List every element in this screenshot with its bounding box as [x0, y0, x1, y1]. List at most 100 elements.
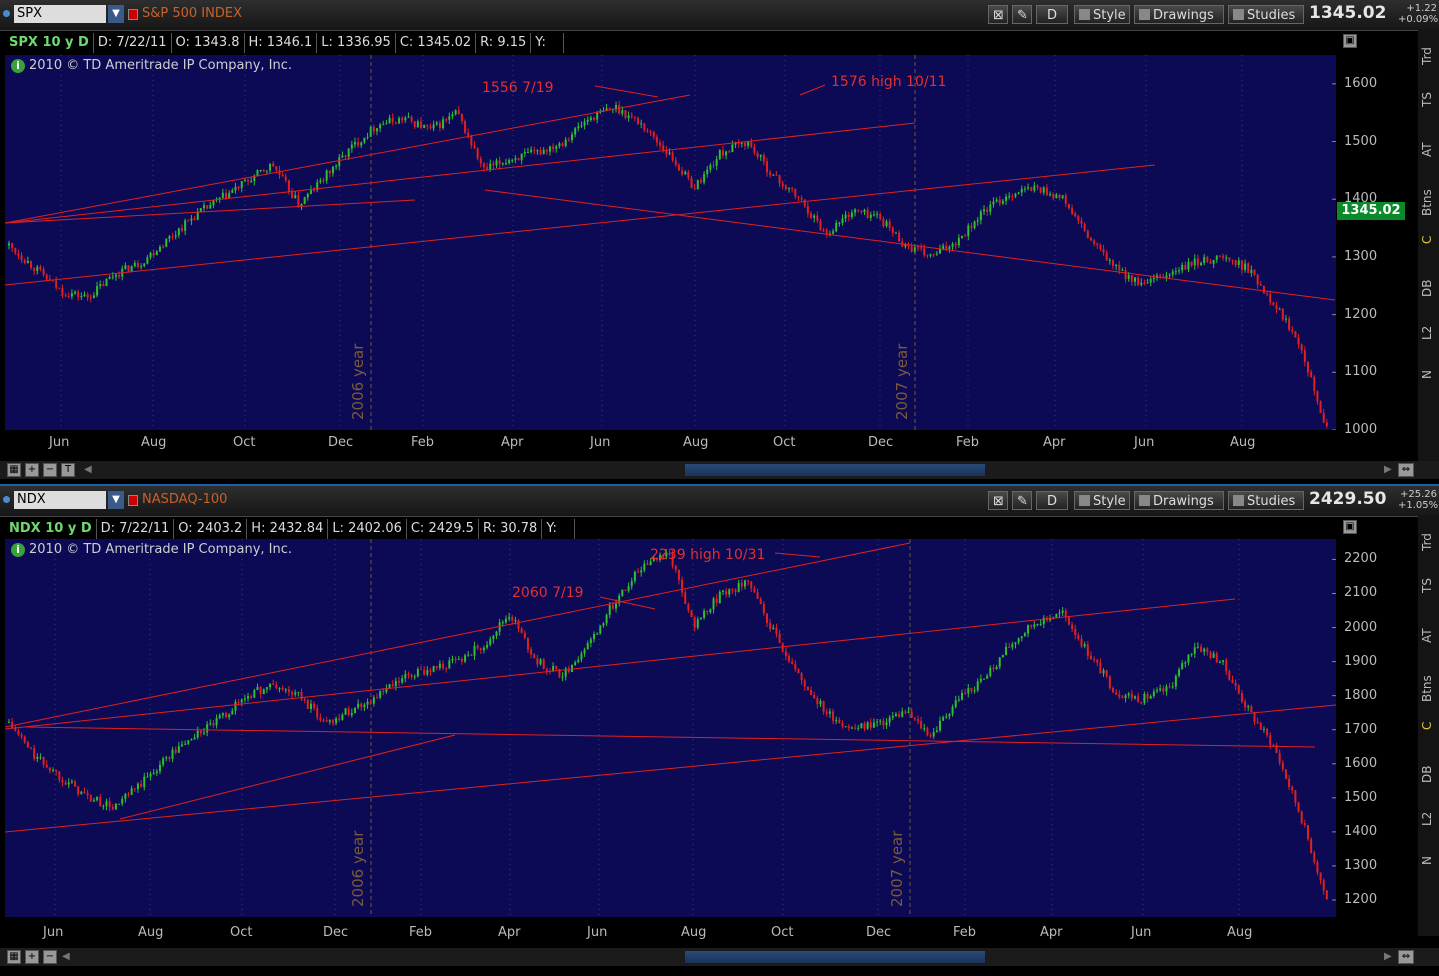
candle-body — [1005, 646, 1008, 656]
trendline[interactable] — [5, 164, 1156, 286]
draw-tool-icon[interactable]: ✎ — [1012, 491, 1032, 510]
style-icon — [1079, 495, 1090, 506]
candle-body — [243, 698, 246, 700]
studies-button[interactable]: Studies — [1228, 5, 1304, 24]
x-tick-label: Dec — [868, 435, 894, 450]
style-button[interactable]: Style — [1074, 5, 1130, 24]
candle-body — [1297, 802, 1300, 812]
sidebar-tab-c[interactable]: C — [1418, 716, 1439, 756]
period-button[interactable]: D — [1036, 5, 1068, 24]
annotation-label[interactable]: 1556 7/19 — [482, 80, 554, 96]
info-icon[interactable]: i — [11, 543, 25, 557]
annotation-label[interactable]: 1576 high 10/11 — [831, 74, 946, 90]
drawings-button[interactable]: Drawings — [1134, 5, 1224, 24]
candle-body — [561, 676, 564, 678]
grid-icon[interactable]: ▦ — [7, 950, 21, 964]
style-button[interactable]: Style — [1074, 491, 1130, 510]
candle-body — [287, 180, 290, 192]
sidebar-tab-at[interactable]: AT — [1418, 135, 1439, 175]
grid-icon[interactable]: ▦ — [7, 463, 21, 477]
chart-settings-icon[interactable]: ▣ — [1343, 520, 1357, 534]
candle-body — [501, 163, 504, 165]
candle-body — [278, 170, 281, 175]
candle-body — [140, 265, 143, 268]
link-dot-icon[interactable] — [3, 496, 10, 503]
scroll-left-icon[interactable]: ◀ — [62, 951, 70, 962]
candle-body — [39, 756, 42, 758]
flag-icon[interactable] — [128, 9, 138, 20]
candle-body — [1168, 686, 1171, 688]
annotation-label[interactable]: 2060 7/19 — [512, 585, 584, 601]
period-button[interactable]: D — [1036, 491, 1068, 510]
price-chart-area[interactable]: 2006 year 2007 year 1556 7/19 1576 high 10/… — [5, 55, 1336, 430]
sidebar-tab-n[interactable]: N — [1418, 851, 1439, 891]
zoom-out-icon[interactable]: − — [43, 950, 57, 964]
sidebar-tab-db[interactable]: DB — [1418, 761, 1439, 801]
annotation-label[interactable]: 2239 high 10/31 — [650, 547, 765, 563]
sidebar-tab-at[interactable]: AT — [1418, 621, 1439, 661]
scroll-thumb[interactable] — [685, 464, 985, 476]
candle-body — [766, 161, 769, 173]
crosshair-tool-icon[interactable]: ⊠ — [988, 5, 1008, 24]
series-label[interactable]: SPX 10 y D — [5, 33, 94, 53]
scroll-left-icon[interactable]: ◀ — [84, 464, 92, 475]
link-dot-icon[interactable] — [3, 10, 10, 17]
trendline[interactable] — [5, 704, 1336, 833]
trendline[interactable] — [5, 542, 911, 728]
sidebar-tab-ts[interactable]: TS — [1418, 85, 1439, 125]
candle-body — [967, 225, 970, 236]
expand-icon[interactable]: ⇔ — [1398, 950, 1414, 964]
scroll-right-icon[interactable]: ▶ — [1384, 464, 1392, 475]
symbol-dropdown-button[interactable]: ▼ — [108, 491, 124, 509]
info-open: O: 1343.8 — [172, 33, 245, 53]
text-tool-icon[interactable]: T — [61, 463, 75, 477]
expand-icon[interactable]: ⇔ — [1398, 463, 1414, 477]
chart-scrollbar[interactable]: ▦ + − ◀ ▶ ⇔ — [0, 948, 1439, 966]
chart-settings-icon[interactable]: ▣ — [1343, 34, 1357, 48]
trendline[interactable] — [119, 734, 456, 820]
symbol-input[interactable]: NDX — [14, 491, 106, 509]
candle-body — [1159, 688, 1162, 691]
draw-tool-icon[interactable]: ✎ — [1012, 5, 1032, 24]
sidebar-tab-n[interactable]: N — [1418, 365, 1439, 405]
series-label[interactable]: NDX 10 y D — [5, 519, 97, 539]
candle-body — [259, 169, 262, 171]
candle-body — [743, 580, 746, 587]
sidebar-tab-btns[interactable]: Btns — [1418, 664, 1439, 704]
zoom-in-icon[interactable]: + — [25, 463, 39, 477]
chart-scrollbar[interactable]: ▦ + − T ◀ ▶ ⇔ — [0, 461, 1439, 479]
candle-body — [294, 195, 297, 198]
trendline[interactable] — [484, 189, 1336, 301]
studies-button[interactable]: Studies — [1228, 491, 1304, 510]
candle-body — [983, 678, 986, 680]
zoom-out-icon[interactable]: − — [43, 463, 57, 477]
trendline[interactable] — [24, 726, 1316, 748]
x-tick-label: Apr — [1043, 435, 1066, 450]
trendline[interactable] — [5, 598, 1236, 730]
candle-body — [715, 159, 718, 166]
sidebar-tab-c[interactable]: C — [1418, 230, 1439, 270]
candle-body — [706, 169, 709, 175]
symbol-input[interactable]: SPX — [14, 5, 106, 23]
scroll-right-icon[interactable]: ▶ — [1384, 951, 1392, 962]
candle-body — [995, 199, 998, 202]
sidebar-tab-ts[interactable]: TS — [1418, 571, 1439, 611]
candle-body — [806, 206, 809, 214]
price-chart-area[interactable]: 2006 year 2007 year 2239 high 10/31 2060 7/… — [5, 539, 1336, 917]
symbol-dropdown-button[interactable]: ▼ — [108, 5, 124, 23]
scroll-thumb[interactable] — [685, 951, 985, 963]
sidebar-tab-l2[interactable]: L2 — [1418, 318, 1439, 358]
candle-body — [1111, 687, 1114, 693]
candle-body — [467, 654, 470, 656]
candle-body — [1313, 852, 1316, 863]
crosshair-tool-icon[interactable]: ⊠ — [988, 491, 1008, 510]
zoom-in-icon[interactable]: + — [25, 950, 39, 964]
sidebar-tab-trd[interactable]: Trd — [1418, 35, 1439, 75]
sidebar-tab-l2[interactable]: L2 — [1418, 804, 1439, 844]
drawings-button[interactable]: Drawings — [1134, 491, 1224, 510]
info-icon[interactable]: i — [11, 59, 25, 73]
sidebar-tab-btns[interactable]: Btns — [1418, 178, 1439, 218]
sidebar-tab-trd[interactable]: Trd — [1418, 521, 1439, 561]
flag-icon[interactable] — [128, 495, 138, 506]
sidebar-tab-db[interactable]: DB — [1418, 275, 1439, 315]
